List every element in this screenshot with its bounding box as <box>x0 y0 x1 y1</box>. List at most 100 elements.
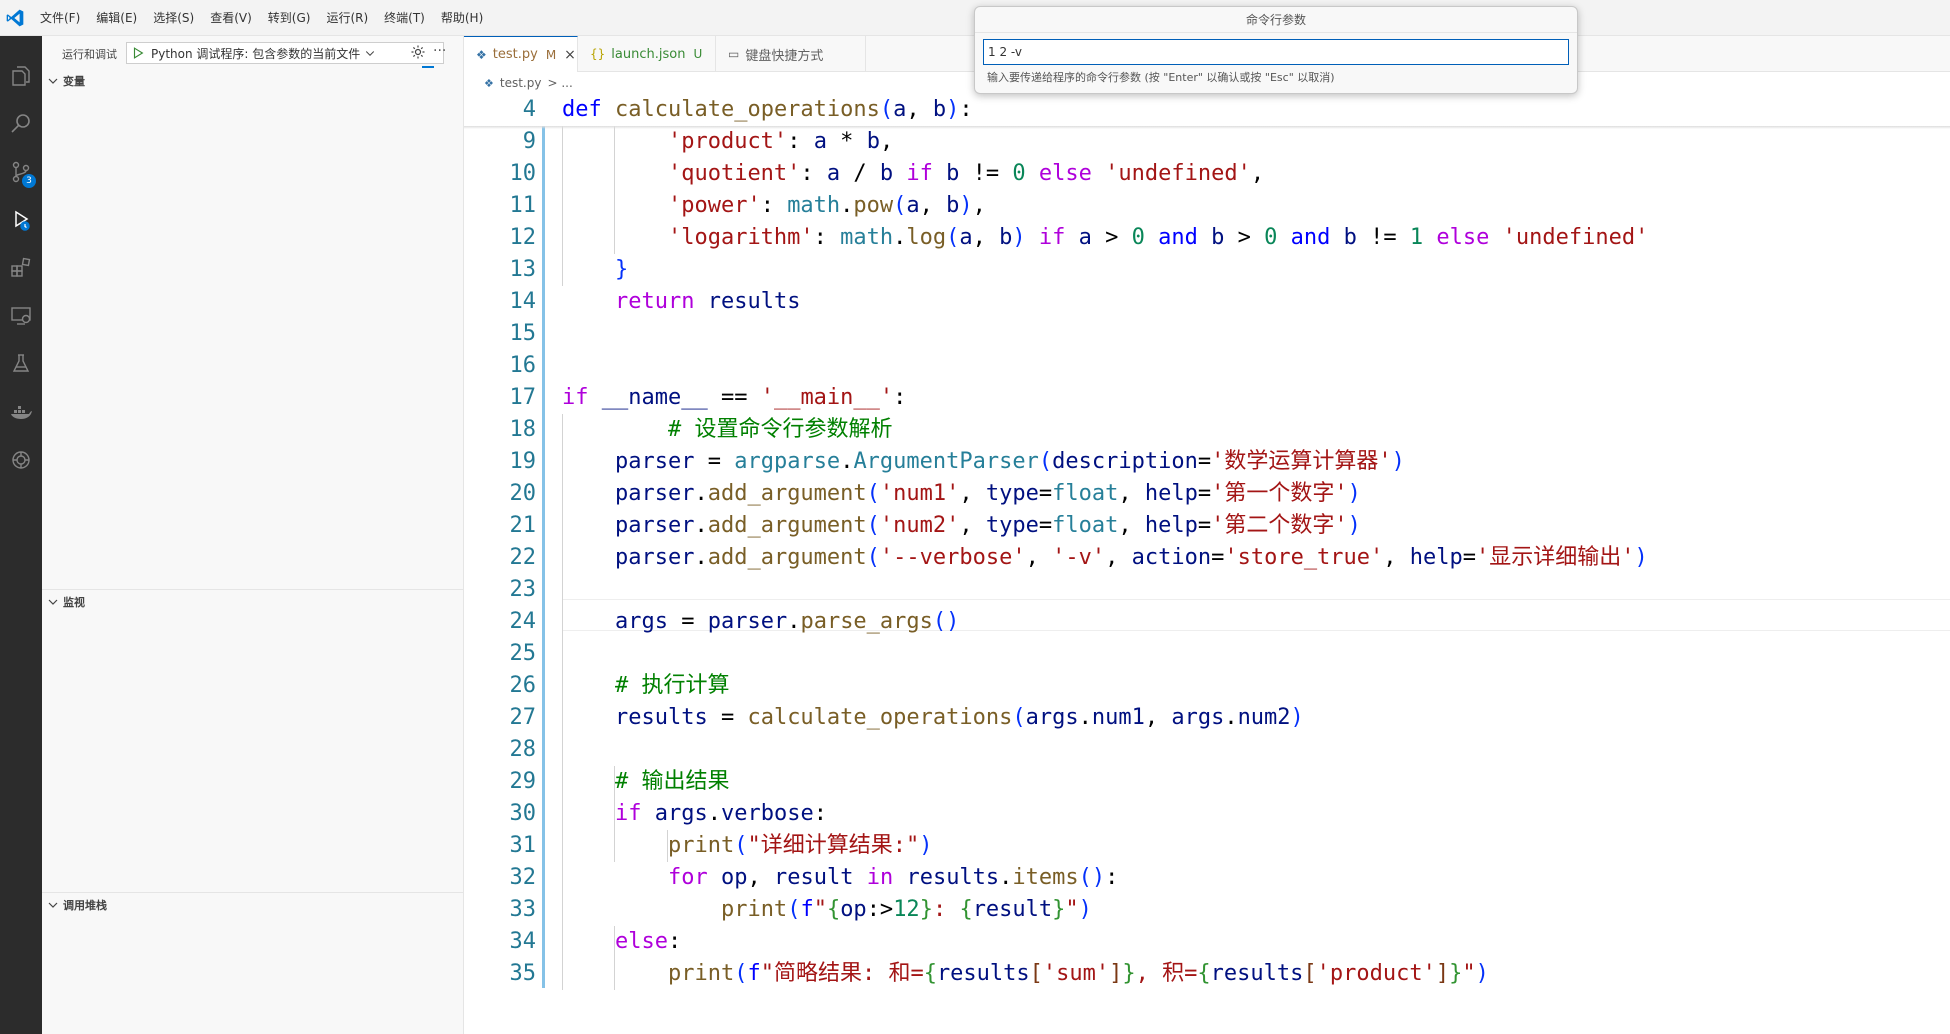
tab-launch-json[interactable]: {} launch.json U <box>578 36 716 72</box>
start-debugging-icon[interactable] <box>131 46 145 60</box>
tab-label: 键盘快捷方式 <box>745 48 824 64</box>
tab-keyboard-shortcuts[interactable]: ▭ 键盘快捷方式 <box>716 36 866 72</box>
code-text: results = calculate_operations(args.num1… <box>614 705 1304 730</box>
docker-icon[interactable] <box>0 392 42 432</box>
code-line[interactable]: 31 print("详细计算结果:") <box>464 830 1950 862</box>
line-number[interactable]: 29 <box>464 766 537 798</box>
more-actions-icon[interactable]: ··· <box>433 44 446 58</box>
code-line[interactable]: 4 def calculate_operations(a, b): <box>464 94 1950 126</box>
line-number[interactable]: 17 <box>464 382 537 414</box>
menu-help[interactable]: 帮助(H) <box>433 0 491 36</box>
menu-edit[interactable]: 编辑(E) <box>88 0 145 36</box>
line-number[interactable]: 14 <box>464 286 537 318</box>
command-line-args-input[interactable] <box>983 39 1569 65</box>
line-number[interactable]: 31 <box>464 830 537 862</box>
menu-selection[interactable]: 选择(S) <box>145 0 202 36</box>
breadcrumb-separator[interactable]: > ... <box>547 76 572 90</box>
run-debug-icon[interactable] <box>0 200 42 240</box>
code-line[interactable]: 19 parser = argparse.ArgumentParser(desc… <box>464 446 1950 478</box>
code-text: parser.add_argument('num1', type=float, … <box>614 481 1361 506</box>
code-line[interactable]: 34 else: <box>464 926 1950 958</box>
line-number[interactable]: 28 <box>464 734 537 766</box>
code-line[interactable]: 15 <box>464 318 1950 350</box>
menu-go[interactable]: 转到(G) <box>260 0 319 36</box>
line-number[interactable]: 19 <box>464 446 537 478</box>
code-line[interactable]: 18 # 设置命令行参数解析 <box>464 414 1950 446</box>
code-line[interactable]: 21 parser.add_argument('num2', type=floa… <box>464 510 1950 542</box>
code-line[interactable]: 22 parser.add_argument('--verbose', '-v'… <box>464 542 1950 574</box>
line-number[interactable]: 32 <box>464 862 537 894</box>
explorer-icon[interactable] <box>0 56 42 96</box>
line-number[interactable]: 30 <box>464 798 537 830</box>
line-number[interactable]: 25 <box>464 638 537 670</box>
line-number[interactable]: 35 <box>464 958 537 990</box>
menu-file[interactable]: 文件(F) <box>32 0 88 36</box>
menu-view[interactable]: 查看(V) <box>202 0 260 36</box>
line-number[interactable]: 13 <box>464 254 537 286</box>
code-line[interactable]: 28 <box>464 734 1950 766</box>
section-callstack[interactable]: 调用堆栈 <box>42 894 464 916</box>
code-line[interactable]: 12 'logarithm': math.log(a, b) if a > 0 … <box>464 222 1950 254</box>
code-line[interactable]: 32 for op, result in results.items(): <box>464 862 1950 894</box>
line-number[interactable]: 12 <box>464 222 537 254</box>
code-line[interactable]: 11 'power': math.pow(a, b), <box>464 190 1950 222</box>
code-line[interactable]: 27 results = calculate_operations(args.n… <box>464 702 1950 734</box>
code-line[interactable]: 17 if __name__ == '__main__': <box>464 382 1950 414</box>
tab-modified-badge: M <box>545 47 557 62</box>
close-icon[interactable]: × <box>564 47 576 63</box>
testing-icon[interactable] <box>0 344 42 384</box>
line-number[interactable]: 16 <box>464 350 537 382</box>
code-line[interactable]: 30 if args.verbose: <box>464 798 1950 830</box>
menu-run[interactable]: 运行(R) <box>318 0 376 36</box>
extensions-icon[interactable] <box>0 248 42 288</box>
line-number[interactable]: 23 <box>464 574 537 606</box>
line-number[interactable]: 24 <box>464 606 537 638</box>
code-line[interactable]: 23 <box>464 574 1950 606</box>
code-line[interactable]: 9 'product': a * b, <box>464 126 1950 158</box>
search-icon[interactable] <box>0 104 42 144</box>
line-number[interactable]: 34 <box>464 926 537 958</box>
code-text: parser = argparse.ArgumentParser(descrip… <box>614 449 1405 474</box>
code-line[interactable]: 33 print(f"{op:>12}: {result}") <box>464 894 1950 926</box>
remote-explorer-icon[interactable] <box>0 296 42 336</box>
section-variables[interactable]: 变量 <box>42 70 464 92</box>
line-number[interactable]: 10 <box>464 158 537 190</box>
code-line[interactable]: 29 # 输出结果 <box>464 766 1950 798</box>
section-divider <box>42 589 464 590</box>
breadcrumb-file[interactable]: test.py <box>500 76 542 90</box>
code-line[interactable]: 20 parser.add_argument('num1', type=floa… <box>464 478 1950 510</box>
code-line[interactable]: 26 # 执行计算 <box>464 670 1950 702</box>
line-number[interactable]: 22 <box>464 542 537 574</box>
line-number[interactable]: 18 <box>464 414 537 446</box>
line-number[interactable]: 33 <box>464 894 537 926</box>
code-line[interactable]: 25 <box>464 638 1950 670</box>
code-editor[interactable]: 4 def calculate_operations(a, b): 9 'produ… <box>464 94 1950 1034</box>
code-line[interactable]: 24 args = parser.parse_args() <box>464 606 1950 638</box>
line-number[interactable]: 11 <box>464 190 537 222</box>
code-line[interactable]: 13 } <box>464 254 1950 286</box>
vscode-logo-icon[interactable] <box>4 8 26 28</box>
line-number[interactable]: 21 <box>464 510 537 542</box>
remote-icon[interactable] <box>0 440 42 480</box>
source-control-icon[interactable]: 3 <box>0 152 42 192</box>
code-line[interactable]: 10 'quotient': a / b if b != 0 else 'und… <box>464 158 1950 190</box>
line-number[interactable]: 9 <box>464 126 536 158</box>
tab-test-py[interactable]: ❖ test.py M × <box>464 36 578 72</box>
line-number[interactable]: 27 <box>464 702 537 734</box>
menu-terminal[interactable]: 终端(T) <box>376 0 433 36</box>
python-file-icon: ❖ <box>484 76 494 90</box>
section-watch[interactable]: 监视 <box>42 591 464 613</box>
code-line[interactable]: 35 print(f"简略结果: 和={results['sum']}, 积={… <box>464 958 1950 990</box>
section-divider <box>42 892 464 893</box>
code-line[interactable]: 14 return results <box>464 286 1950 318</box>
code-text: parser.add_argument('--verbose', '-v', a… <box>614 545 1648 570</box>
gear-icon[interactable] <box>410 44 426 60</box>
section-callstack-label: 调用堆栈 <box>63 899 107 912</box>
line-number[interactable]: 4 <box>464 94 536 126</box>
launch-config-select[interactable]: Python 调试程序: 包含参数的当前文件 <box>126 42 444 64</box>
quick-input-title: 命令行参数 <box>975 7 1577 33</box>
line-number[interactable]: 26 <box>464 670 537 702</box>
line-number[interactable]: 20 <box>464 478 537 510</box>
line-number[interactable]: 15 <box>464 318 537 350</box>
code-line[interactable]: 16 <box>464 350 1950 382</box>
